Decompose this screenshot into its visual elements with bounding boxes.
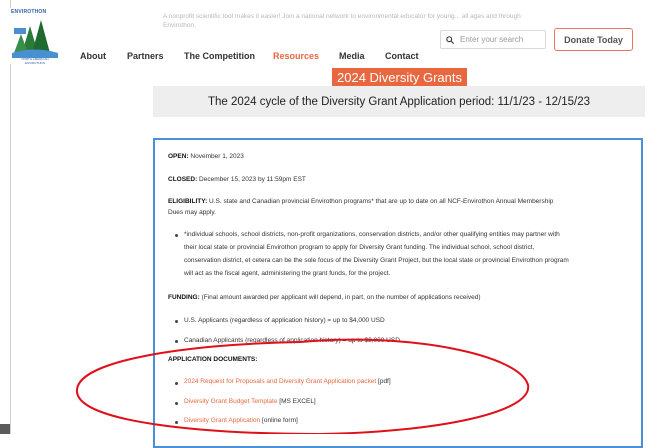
funding-text: FUNDING: (Final amount awarded per appli… [168,294,481,301]
closed-date: CLOSED: December 15, 2023 by 11:59pm EST [168,176,306,183]
funding-us: U.S. Applicants (regardless of applicati… [184,317,385,324]
doc-rfp-link[interactable]: 2024 Request for Proposals and Diversity… [184,378,376,385]
page-title: 2024 Diversity Grants [332,68,467,86]
doc-rfp-item: 2024 Request for Proposals and Diversity… [184,378,391,385]
search-icon [446,35,454,44]
eligibility-note-line: will act as the fiscal agent, administer… [184,270,391,277]
nav-about[interactable]: About [80,51,106,61]
nav-contact[interactable]: Contact [385,51,419,61]
eligibility-note-line: *individual schools, school districts, n… [184,231,560,238]
scroll-corner [0,424,10,434]
open-date: OPEN: November 1, 2023 [168,153,244,160]
nav-media[interactable]: Media [339,51,365,61]
eligibility-note-line: conservation district, et cetera can be … [184,257,569,264]
doc-budget-link[interactable]: Diversity Grant Budget Template [184,398,277,405]
funding-canada: Canadian Applicants (regardless of appli… [184,337,400,344]
bullet [175,340,178,343]
page-subtitle: The 2024 cycle of the Diversity Grant Ap… [153,86,645,117]
logo-subtext: NORTH AMERICAN ENVIROTHON [21,57,49,65]
eligibility-note-line: their local state or provincial Enviroth… [184,244,535,251]
logo-wordmark: ENVIROTHON [11,9,47,15]
eligibility-text-cont: Dues may apply. [168,209,216,216]
doc-application-link[interactable]: Diversity Grant Application [184,417,260,424]
site-logo[interactable] [10,8,60,64]
bullet [175,234,178,237]
doc-budget-item: Diversity Grant Budget Template [MS EXCE… [184,398,316,405]
doc-application-item: Diversity Grant Application [online form… [184,417,298,424]
bullet [175,320,178,323]
nav-the-competition[interactable]: The Competition [184,51,255,61]
donate-button[interactable]: Donate Today [554,28,633,51]
application-documents-heading: APPLICATION DOCUMENTS: [168,356,258,363]
bullet [175,421,178,424]
nav-resources[interactable]: Resources [273,51,319,61]
bullet [175,402,178,405]
eligibility-text: ELIGIBILITY: U.S. state and Canadian pro… [168,198,554,205]
left-border [10,0,11,434]
header-tagline: A nonprofit scientific tool makes it eas… [163,13,521,29]
bullet [175,382,178,385]
search-input[interactable]: Enter your search [440,30,546,49]
nav-partners[interactable]: Partners [127,51,164,61]
search-placeholder: Enter your search [460,35,524,44]
